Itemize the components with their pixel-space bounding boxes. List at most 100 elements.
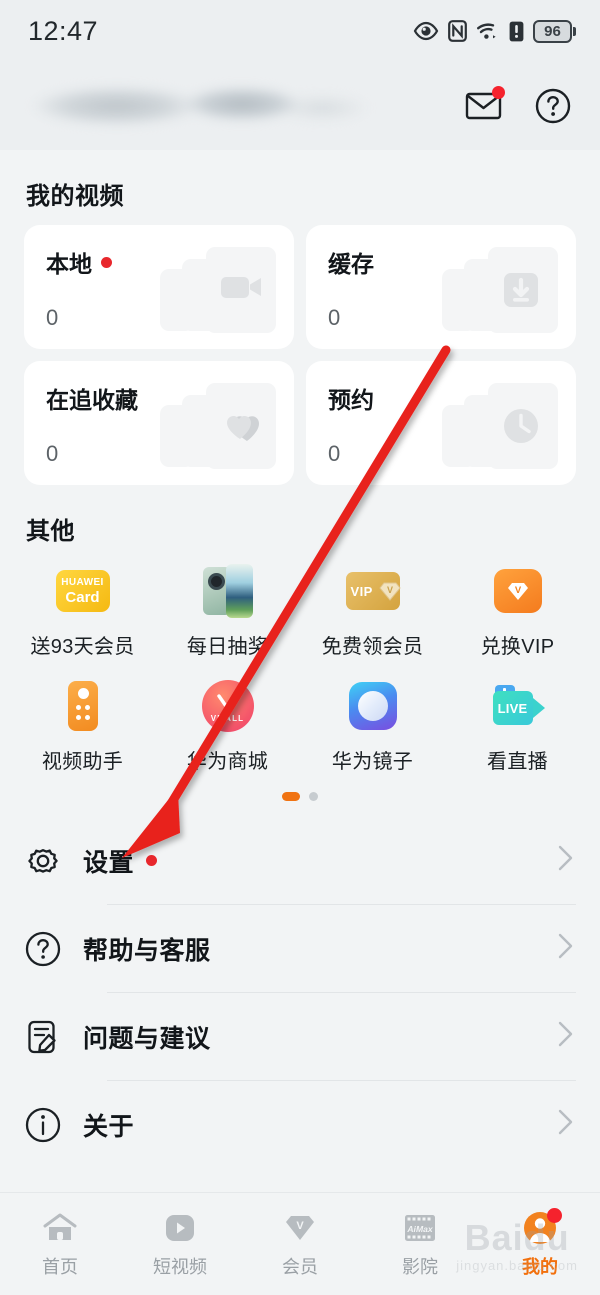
grid-item-vmall[interactable]: VMALL 华为商城 <box>155 679 300 774</box>
vip-gem-icon: V <box>378 582 401 601</box>
grid-pager[interactable] <box>0 774 600 811</box>
home-icon <box>40 1210 80 1246</box>
list-item-feedback[interactable]: 问题与建议 <box>24 993 576 1080</box>
mail-icon[interactable] <box>464 85 506 127</box>
mail-badge <box>492 86 505 99</box>
chevron-right-icon <box>554 842 576 879</box>
vmall-icon: VMALL <box>201 679 255 733</box>
grid-label-free-vip: 免费领会员 <box>321 636 424 658</box>
nav-label-mine: 我的 <box>522 1256 558 1277</box>
card-following[interactable]: 在追收藏 0 <box>24 361 294 485</box>
video-camera-icon <box>160 247 280 335</box>
grid-label-daily-lottery: 每日抽奖 <box>186 636 269 658</box>
phone-product-icon <box>201 564 255 618</box>
pager-dot-2[interactable] <box>309 792 318 801</box>
download-icon <box>442 247 562 335</box>
card-local-badge <box>101 256 112 268</box>
list-item-help[interactable]: 帮助与客服 <box>24 905 576 992</box>
card-following-title: 在追收藏 <box>46 381 138 415</box>
my-videos-cards: 本地 0 缓存 0 在追收藏 0 预约 0 <box>0 225 600 485</box>
pager-dot-1[interactable] <box>282 792 300 801</box>
grid-item-daily-lottery[interactable]: 每日抽奖 <box>155 564 300 659</box>
grid-label-vmall: 华为商城 <box>186 751 269 773</box>
gear-icon <box>24 842 70 880</box>
help-circle-icon <box>24 930 70 968</box>
card-following-count: 0 <box>46 441 59 466</box>
list-item-about-label: 关于 <box>83 1112 135 1141</box>
svg-text:V: V <box>386 585 392 595</box>
nav-label-short-video: 短视频 <box>153 1256 207 1277</box>
other-title: 其他 <box>26 518 75 545</box>
nav-label-member: 会员 <box>282 1256 318 1277</box>
card-cache[interactable]: 缓存 0 <box>306 225 576 349</box>
nav-mine-badge <box>547 1207 562 1223</box>
help-circle-icon[interactable] <box>532 85 574 127</box>
svg-text:V: V <box>514 585 521 596</box>
battery-icon: 96 <box>533 19 576 43</box>
battery-percent: 96 <box>533 19 572 43</box>
wifi-icon <box>476 21 500 41</box>
nav-label-cinema: 影院 <box>402 1256 438 1277</box>
nav-item-member[interactable]: V 会员 <box>240 1210 360 1279</box>
username-masked[interactable] <box>22 82 382 130</box>
nav-item-mine[interactable]: 我的 <box>480 1207 600 1279</box>
other-grid: HUAWEI Card 送93天会员 每日抽奖 VIP V 免费领会员 V 兑换… <box>0 560 600 774</box>
grid-label-huawei-card: 送93天会员 <box>30 636 135 658</box>
clock-icon <box>442 383 562 471</box>
huawei-card-icon: HUAWEI Card <box>55 564 110 618</box>
card-following-label: 在追收藏 <box>46 387 138 413</box>
grid-label-mirror: 华为镜子 <box>331 751 414 773</box>
card-reservation-title: 预约 <box>328 381 374 415</box>
chevron-right-icon <box>554 1106 576 1143</box>
svg-text:V: V <box>296 1220 304 1232</box>
feedback-icon <box>24 1018 70 1056</box>
card-reservation-label: 预约 <box>328 387 374 413</box>
huawei-card-line1: HUAWEI <box>61 576 104 588</box>
vip-card-text: VIP <box>350 583 373 599</box>
sim-alert-icon <box>509 21 524 42</box>
vmall-wordmark: VMALL <box>210 713 245 723</box>
live-icon: LIVE <box>491 679 545 733</box>
nav-label-home: 首页 <box>42 1256 78 1277</box>
live-label: LIVE <box>497 700 528 716</box>
list-item-settings-label: 设置 <box>83 843 554 879</box>
chevron-right-icon <box>554 1018 576 1055</box>
settings-badge <box>146 855 158 866</box>
grid-item-huawei-card[interactable]: HUAWEI Card 送93天会员 <box>10 564 155 659</box>
grid-item-redeem-vip[interactable]: V 兑换VIP <box>445 564 590 659</box>
card-local-label: 本地 <box>46 251 92 277</box>
svg-text:AiMax: AiMax <box>406 1224 434 1234</box>
card-local[interactable]: 本地 0 <box>24 225 294 349</box>
grid-item-mirror[interactable]: 华为镜子 <box>300 679 445 774</box>
bottom-navigation: 首页 短视频 V 会员 AiMax 影院 我的 <box>0 1192 600 1295</box>
card-reservation[interactable]: 预约 0 <box>306 361 576 485</box>
grid-item-live[interactable]: LIVE 看直播 <box>445 679 590 774</box>
settings-list: 设置 帮助与客服 问题与建议 关于 <box>0 811 600 1168</box>
vip-card-icon: VIP V <box>345 564 401 618</box>
grid-label-live: 看直播 <box>487 751 548 773</box>
list-item-about[interactable]: 关于 <box>24 1081 576 1168</box>
nav-item-short-video[interactable]: 短视频 <box>120 1210 240 1279</box>
vip-redeem-icon: V <box>491 564 545 618</box>
card-cache-title: 缓存 <box>328 245 374 279</box>
card-cache-count: 0 <box>328 305 341 330</box>
status-bar-clock: 12:47 <box>28 15 99 46</box>
my-videos-title: 我的视频 <box>26 183 124 210</box>
nfc-icon <box>448 20 467 42</box>
status-bar-icons: 96 <box>413 19 576 43</box>
grid-item-free-vip[interactable]: VIP V 免费领会员 <box>300 564 445 659</box>
card-reservation-count: 0 <box>328 441 341 466</box>
mirror-icon <box>346 679 400 733</box>
list-item-settings[interactable]: 设置 <box>24 817 576 904</box>
nav-item-cinema[interactable]: AiMax 影院 <box>360 1210 480 1279</box>
grid-item-video-assistant[interactable]: 视频助手 <box>10 679 155 774</box>
grid-label-redeem-vip: 兑换VIP <box>480 636 555 658</box>
nav-item-home[interactable]: 首页 <box>0 1210 120 1279</box>
heart-icon <box>160 383 280 471</box>
list-item-help-label: 帮助与客服 <box>83 936 211 965</box>
eye-comfort-icon <box>413 21 439 41</box>
profile-content: 我的视频 本地 0 缓存 0 在追收藏 0 预约 0 其他 HUAWEI Car… <box>0 150 600 1168</box>
card-cache-label: 缓存 <box>328 251 374 277</box>
profile-header <box>0 62 600 150</box>
vip-diamond-icon: V <box>280 1210 320 1246</box>
